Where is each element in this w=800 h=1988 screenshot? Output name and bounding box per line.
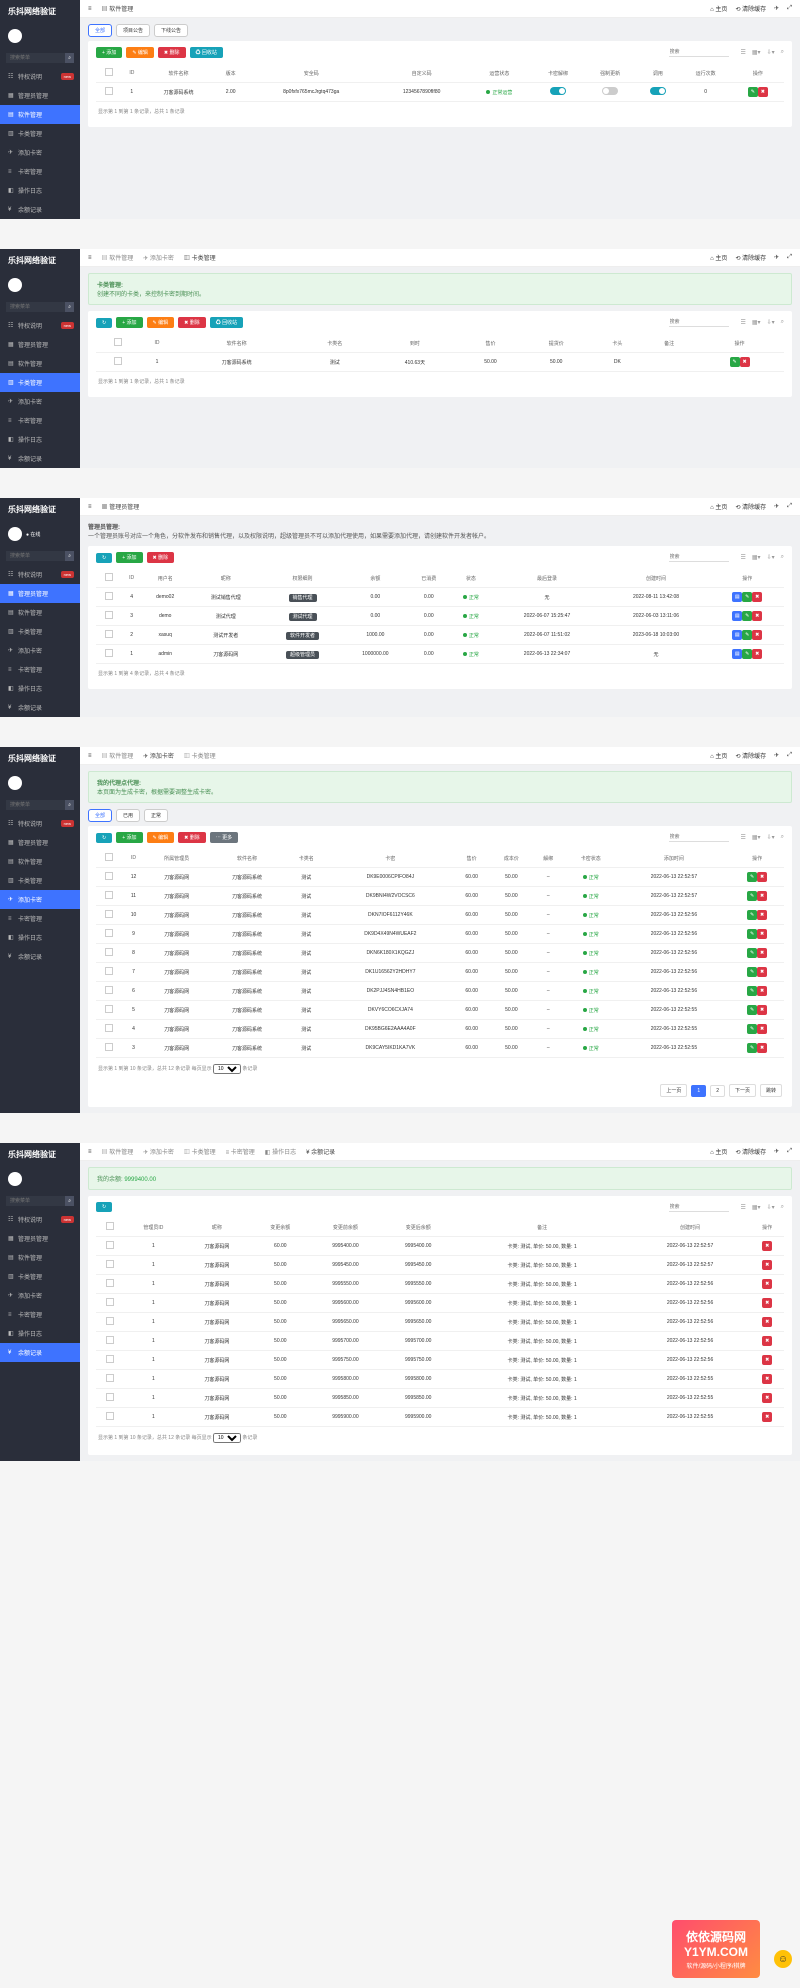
edit-button[interactable]: ✎ 编辑 (126, 47, 154, 58)
table-row[interactable]: 12刀客源码网刀客源码系统测试DK9E0006CPIFO84J60.0050.0… (96, 868, 784, 887)
hamburger-icon[interactable]: ≡ (88, 6, 92, 12)
search-icon[interactable]: ⌕ (65, 53, 74, 63)
row-edit-button[interactable]: ✎ (748, 87, 758, 97)
table-row[interactable]: 1刀客源码网50.009995900.009995900.00卡类: 测试, 单… (96, 1408, 784, 1427)
clear-cache-link[interactable]: ⟲ 清除缓存 (735, 4, 766, 13)
table-row[interactable]: 4demo02测试销售代理销售代理0.000.00正常无2022-08-11 1… (96, 588, 784, 607)
table-row[interactable]: 1刀客源码网50.009995650.009995650.00卡类: 测试, 单… (96, 1313, 784, 1332)
table-row[interactable]: 1刀客源码网50.009995700.009995700.00卡类: 测试, 单… (96, 1332, 784, 1351)
table-row[interactable]: 1admin刀客源码网超级管理员1000000.000.00正常2022-06-… (96, 645, 784, 664)
table-row[interactable]: 4刀客源码网刀客源码系统测试DK95BG6E2AAA4A0F60.0050.00… (96, 1020, 784, 1039)
table-row[interactable]: 7刀客源码网刀客源码系统测试DK1U16562Y2HDHY760.0050.00… (96, 963, 784, 982)
row-del-button[interactable]: ✖ (758, 87, 768, 97)
table-row[interactable]: 1刀客源码系统2.008p0fxfx765mcJrgtq473ga1234567… (96, 83, 784, 102)
sidebar-item-bal[interactable]: ¥余额记录 (0, 200, 80, 219)
table-row[interactable]: 5刀客源码网刀客源码系统测试DKVY6CO6CXJA7460.0050.00–正… (96, 1001, 784, 1020)
refresh-button[interactable]: ↻ (96, 318, 112, 328)
table-row[interactable]: 1刀客源码网50.009995800.009995800.00卡类: 测试, 单… (96, 1370, 784, 1389)
breadcrumb[interactable]: ▤ 软件管理 (102, 4, 134, 13)
admin-table: ID用户名昵称权限细则余额已消费状态最后登录创建时间操作 4demo02测试销售… (96, 569, 784, 664)
home-link[interactable]: ⌂ 主页 (710, 4, 727, 13)
avatar[interactable] (8, 29, 22, 43)
sidebar-item-soft[interactable]: ▤软件管理 (0, 105, 80, 124)
table-row[interactable]: 6刀客源码网刀客源码系统测试DK2PJJ4SN4HB1EO60.0050.00–… (96, 982, 784, 1001)
sidebar-item-key[interactable]: ≡卡密管理 (0, 162, 80, 181)
table-row[interactable]: 8刀客源码网刀客源码系统测试DKN6K180X1KQGZJ60.0050.00–… (96, 944, 784, 963)
info-alert: 卡类管理:创建不同的卡类，来控制卡密到期时间。 (88, 273, 792, 305)
table-row[interactable]: 1刀客源码网50.009995750.009995750.00卡类: 测试, 单… (96, 1351, 784, 1370)
table-row[interactable]: 2xasuq测试开发者软件开发者1000.000.00正常2022-06-07 … (96, 626, 784, 645)
expand-icon[interactable]: ⤢ (787, 5, 792, 12)
float-chat-button[interactable]: ☺ (774, 1950, 792, 1968)
table-row[interactable]: 11刀客源码网刀客源码系统测试DK9BNI4W2VOCSC660.0050.00… (96, 887, 784, 906)
table-summary: 显示第 1 到第 1 条记录，总共 1 条记录 (96, 102, 784, 121)
sidebar-item-cat[interactable]: ▥卡类管理 (0, 124, 80, 143)
table-row[interactable]: 3demo测试代理测试代理0.000.00正常2022-06-07 15:25:… (96, 607, 784, 626)
list-icon[interactable]: ☰ (741, 49, 746, 56)
sidebar-item-log[interactable]: ◧操作日志 (0, 181, 80, 200)
table-search-input[interactable] (669, 48, 729, 57)
prev-page[interactable]: 上一页 (660, 1084, 687, 1097)
key-table: ID所属管理员软件名称卡类名卡密售价成本价解绑卡密状态添加时间操作 12刀客源码… (96, 849, 784, 1058)
table-row[interactable]: 1刀客源码网50.009995550.009995550.00卡类: 测试, 单… (96, 1275, 784, 1294)
table-row[interactable]: 1刀客源码网50.009995600.009995600.00卡类: 测试, 单… (96, 1294, 784, 1313)
add-button[interactable]: + 添加 (96, 47, 122, 58)
sidebar-item-priv[interactable]: ☷特权说明new (0, 67, 80, 86)
table-row[interactable]: 1刀客源码网60.009995400.009995400.00卡类: 测试, 单… (96, 1237, 784, 1256)
cardtype-table: ID软件名称卡类名到时售价提货价卡头备注操作 1刀客源码系统测试410.63天5… (96, 334, 784, 372)
recycle-button[interactable]: ♻ 回收站 (190, 47, 223, 58)
table-row[interactable]: 1刀客源码网50.009995850.009995850.00卡类: 测试, 单… (96, 1389, 784, 1408)
menu-search-input[interactable] (6, 53, 65, 63)
checkbox-all[interactable] (105, 68, 113, 76)
tab-all[interactable]: 全部 (88, 24, 112, 37)
refresh-icon[interactable]: ⌕ (781, 49, 784, 56)
export-icon[interactable]: ⇩▾ (767, 49, 775, 56)
next-page[interactable]: 下一页 (729, 1084, 756, 1097)
columns-icon[interactable]: ▦▾ (752, 49, 761, 56)
software-table: ID软件名称版本安全码自定义码运营状态卡密解绑强制更新调用运行次数操作 1刀客源… (96, 64, 784, 102)
tab-proj[interactable]: 项目公告 (116, 24, 150, 37)
sidebar-item-addkey[interactable]: ✈添加卡密 (0, 143, 80, 162)
balance-table: 管理员ID昵称变更余额变更前余额变更后余额备注创建时间操作 1刀客源码网60.0… (96, 1218, 784, 1427)
table-row[interactable]: 9刀客源码网刀客源码系统测试DK9D4X49N4WUEAF260.0050.00… (96, 925, 784, 944)
table-row[interactable]: 10刀客源码网刀客源码系统测试DKN7IOF6112Y46K60.0050.00… (96, 906, 784, 925)
table-row[interactable]: 3刀客源码网刀客源码系统测试DK9CAY5IKD1KA7VK60.0050.00… (96, 1039, 784, 1058)
table-row[interactable]: 1刀客源码网50.009995450.009995450.00卡类: 测试, 单… (96, 1256, 784, 1275)
sidebar-item-admin[interactable]: ▦管理员管理 (0, 86, 80, 105)
toggle-update[interactable] (602, 87, 618, 95)
plane-icon[interactable]: ✈ (774, 5, 779, 12)
toggle-call[interactable] (650, 87, 666, 95)
brand-logo: 乐抖网络验证 (0, 0, 80, 23)
delete-button[interactable]: ✖ 删除 (158, 47, 186, 58)
tab-off[interactable]: 下线公告 (154, 24, 188, 37)
toggle-unbind[interactable] (550, 87, 566, 95)
watermark: 依依源码网Y1YM.COM软件/源码/小程序/棋牌 (672, 1920, 760, 1978)
